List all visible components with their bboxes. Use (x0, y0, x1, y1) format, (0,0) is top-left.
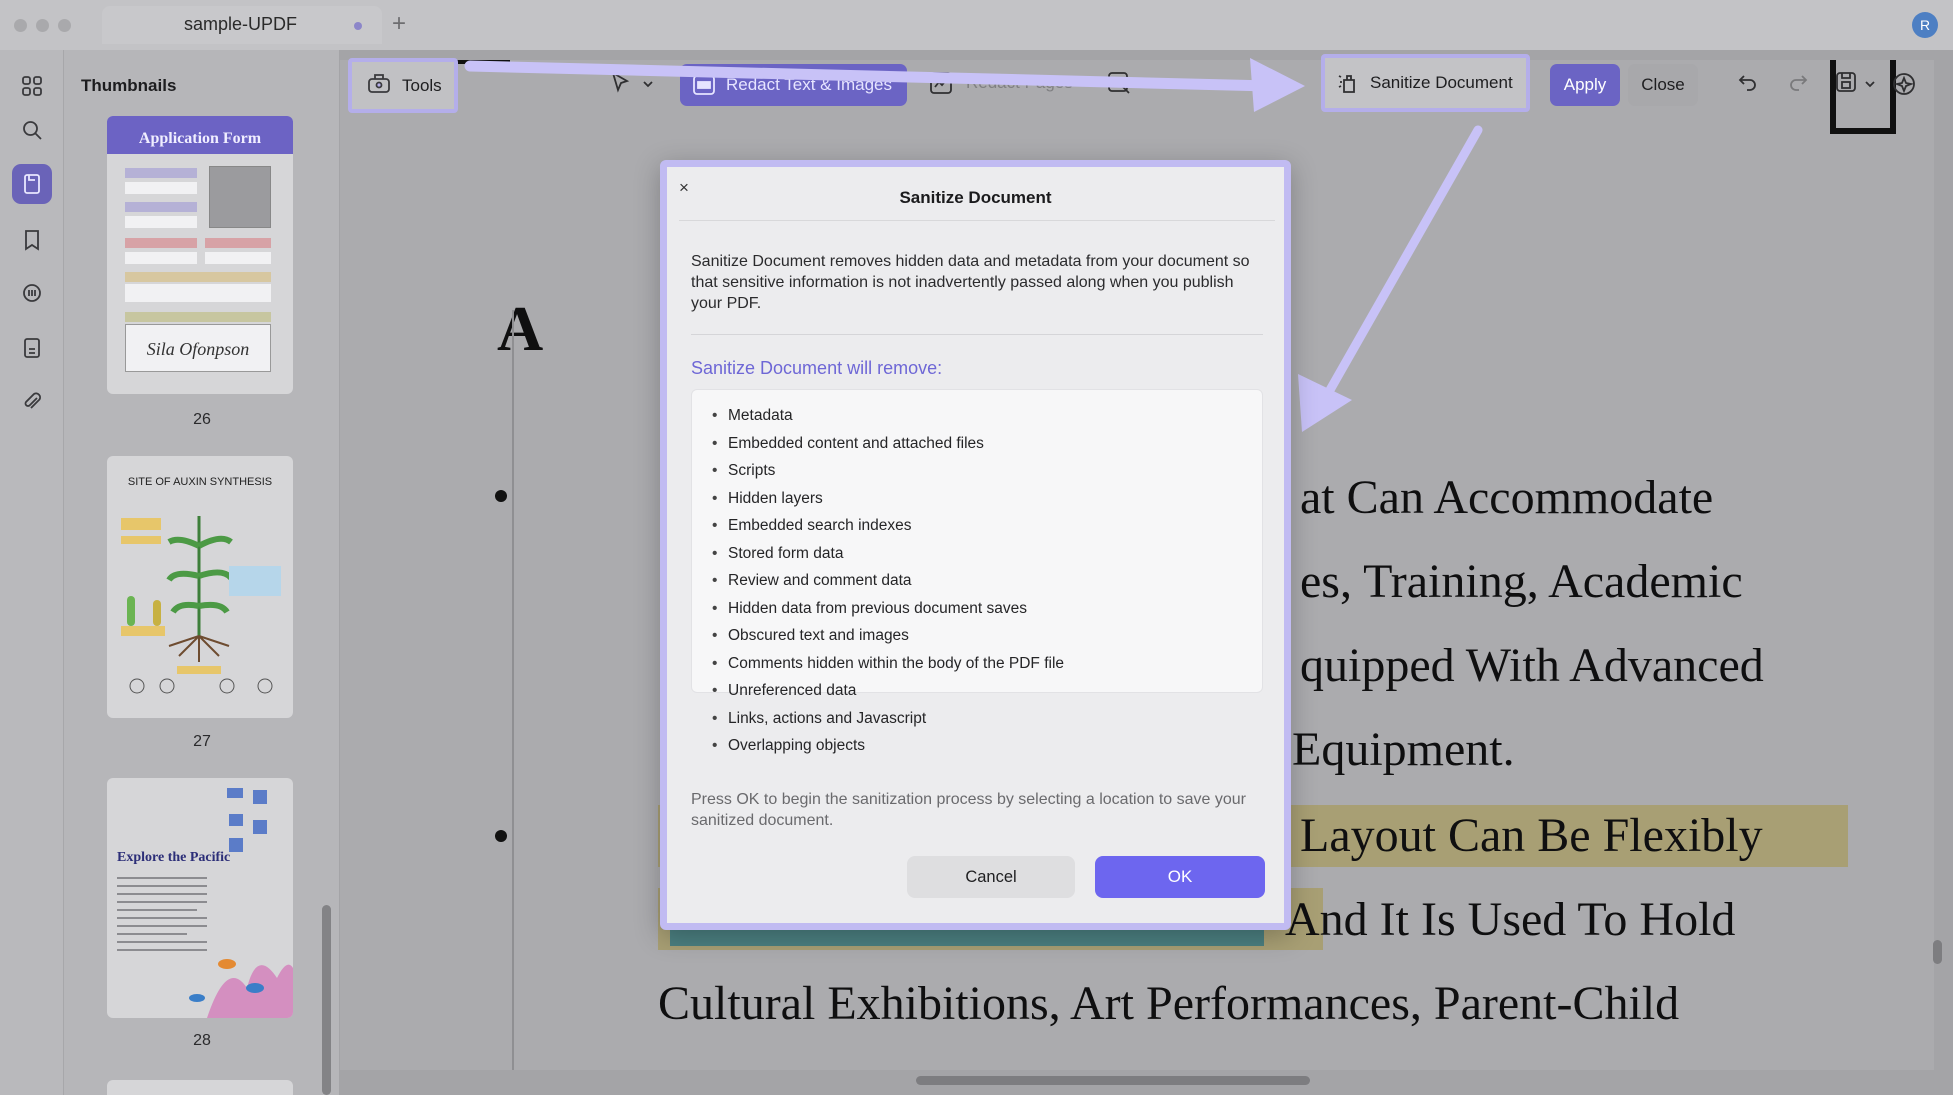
thumbnail-page-27[interactable]: SITE OF AUXIN SYNTHESIS (107, 456, 293, 718)
toolbox-icon (366, 71, 392, 100)
search-redact-icon[interactable] (1106, 70, 1132, 101)
dialog-title: Sanitize Document (899, 188, 1052, 207)
chevron-down-icon[interactable] (642, 76, 654, 94)
thumbnail-signature: Sila Ofonpson (125, 324, 271, 372)
removal-list: Metadata Embedded content and attached f… (691, 389, 1263, 759)
bookmark-icon[interactable] (12, 220, 52, 260)
sanitize-document-label: Sanitize Document (1370, 73, 1513, 92)
thumbnails-grid-icon[interactable] (12, 66, 52, 106)
window-minimize-control[interactable] (36, 19, 49, 32)
list-item: Hidden data from previous document saves (712, 595, 1262, 623)
chevron-down-icon[interactable] (1864, 76, 1876, 94)
list-item: Embedded search indexes (712, 512, 1262, 540)
list-item: Obscured text and images (712, 622, 1262, 650)
redact-pages-label[interactable]: Redact Pages (966, 73, 1073, 93)
ocean-image (117, 788, 293, 1018)
thumbnail-heading: SITE OF AUXIN SYNTHESIS (127, 476, 273, 488)
document-text-line: at Can Accommodate (1300, 471, 1714, 524)
list-item: Review and comment data (712, 567, 1262, 595)
document-text-line: quipped With Advanced (1300, 639, 1764, 692)
title-bar: sample-UPDF + R (0, 0, 1953, 50)
pages-icon[interactable] (12, 164, 52, 204)
redact-icon (693, 75, 715, 95)
document-icon[interactable] (12, 328, 52, 368)
undo-icon[interactable] (1736, 70, 1760, 99)
page-rule (512, 310, 514, 1070)
thumbnails-scrollbar[interactable] (322, 905, 331, 1095)
thumbnail-page-26[interactable]: Application Form Sila Ofonpson (107, 116, 293, 394)
list-item: Links, actions and Javascript (712, 705, 1262, 733)
window-close-control[interactable] (14, 19, 27, 32)
list-item: Embedded content and attached files (712, 430, 1262, 458)
page-number: 28 (193, 1032, 211, 1049)
list-item: Scripts (712, 457, 1262, 485)
list-item: Stored form data (712, 540, 1262, 568)
apply-button[interactable]: Apply (1550, 64, 1620, 106)
avatar[interactable]: R (1912, 12, 1938, 38)
thumbnails-title: Thumbnails (81, 76, 177, 95)
sanitize-icon (1338, 75, 1355, 93)
dialog-description: Sanitize Document removes hidden data an… (691, 253, 1250, 312)
window-zoom-control[interactable] (58, 19, 71, 32)
thumbnail-heading: Application Form (107, 116, 293, 154)
ai-assistant-icon[interactable] (1890, 70, 1918, 103)
tools-button[interactable]: Tools (348, 58, 458, 113)
attachment-icon[interactable] (12, 382, 52, 422)
unsaved-indicator (354, 22, 362, 30)
thumbnail-page-28[interactable]: Explore the Pacific (107, 778, 293, 1018)
left-rail (0, 50, 64, 1095)
divider (691, 334, 1263, 335)
list-item: Metadata (712, 402, 1262, 430)
close-button[interactable]: Close (1628, 64, 1698, 106)
search-icon[interactable] (12, 110, 52, 150)
list-item: Overlapping objects (712, 732, 1262, 760)
document-tab[interactable]: sample-UPDF (102, 6, 382, 44)
cancel-button[interactable]: Cancel (907, 856, 1075, 898)
horizontal-scrollbar[interactable] (916, 1076, 1310, 1085)
page-number: 27 (193, 733, 211, 750)
sanitize-document-dialog: × Sanitize Document Sanitize Document re… (660, 160, 1291, 930)
thumbnails-panel: Thumbnails Application Form Sila Ofonpso… (64, 50, 340, 1095)
document-text-line: Equipment. (1292, 723, 1515, 776)
page-drop-letter: A (497, 293, 544, 364)
dialog-note: Press OK to begin the sanitization proce… (691, 791, 1246, 829)
document-text-line: es, Training, Academic (1300, 555, 1743, 608)
list-item: Hidden layers (712, 485, 1262, 513)
redact-toolbar: Redact Text & Images Redact Pages Saniti… (590, 54, 1940, 113)
document-text-line: Cultural Exhibitions, Art Performances, … (658, 977, 1680, 1030)
document-text-line: And It Is Used To Hold (1285, 893, 1736, 946)
pointer-select-icon[interactable] (608, 70, 634, 101)
ok-button[interactable]: OK (1095, 856, 1265, 898)
vertical-scrollbar[interactable] (1933, 940, 1942, 964)
redact-text-images-button[interactable]: Redact Text & Images (680, 64, 907, 106)
bullet-point (495, 490, 507, 502)
sanitize-document-button[interactable]: Sanitize Document (1321, 54, 1530, 112)
redact-text-images-label: Redact Text & Images (726, 75, 892, 94)
redo-icon[interactable] (1786, 70, 1810, 99)
list-item: Unreferenced data (712, 677, 1262, 705)
new-tab-button[interactable]: + (392, 10, 406, 38)
document-text-line: Layout Can Be Flexibly (1300, 809, 1763, 862)
plant-diagram-image (121, 516, 281, 694)
save-icon[interactable] (1834, 70, 1858, 99)
divider (679, 220, 1275, 221)
bullet-point (495, 830, 507, 842)
document-tab-title: sample-UPDF (184, 14, 298, 34)
comment-icon[interactable] (12, 274, 52, 314)
dialog-subtitle: Sanitize Document will remove: (691, 358, 943, 378)
redact-pages-icon[interactable] (928, 70, 954, 101)
page-number: 26 (193, 411, 211, 428)
list-item: Comments hidden within the body of the P… (712, 650, 1262, 678)
thumbnail-page-29[interactable] (107, 1080, 293, 1095)
tools-label: Tools (402, 75, 442, 95)
